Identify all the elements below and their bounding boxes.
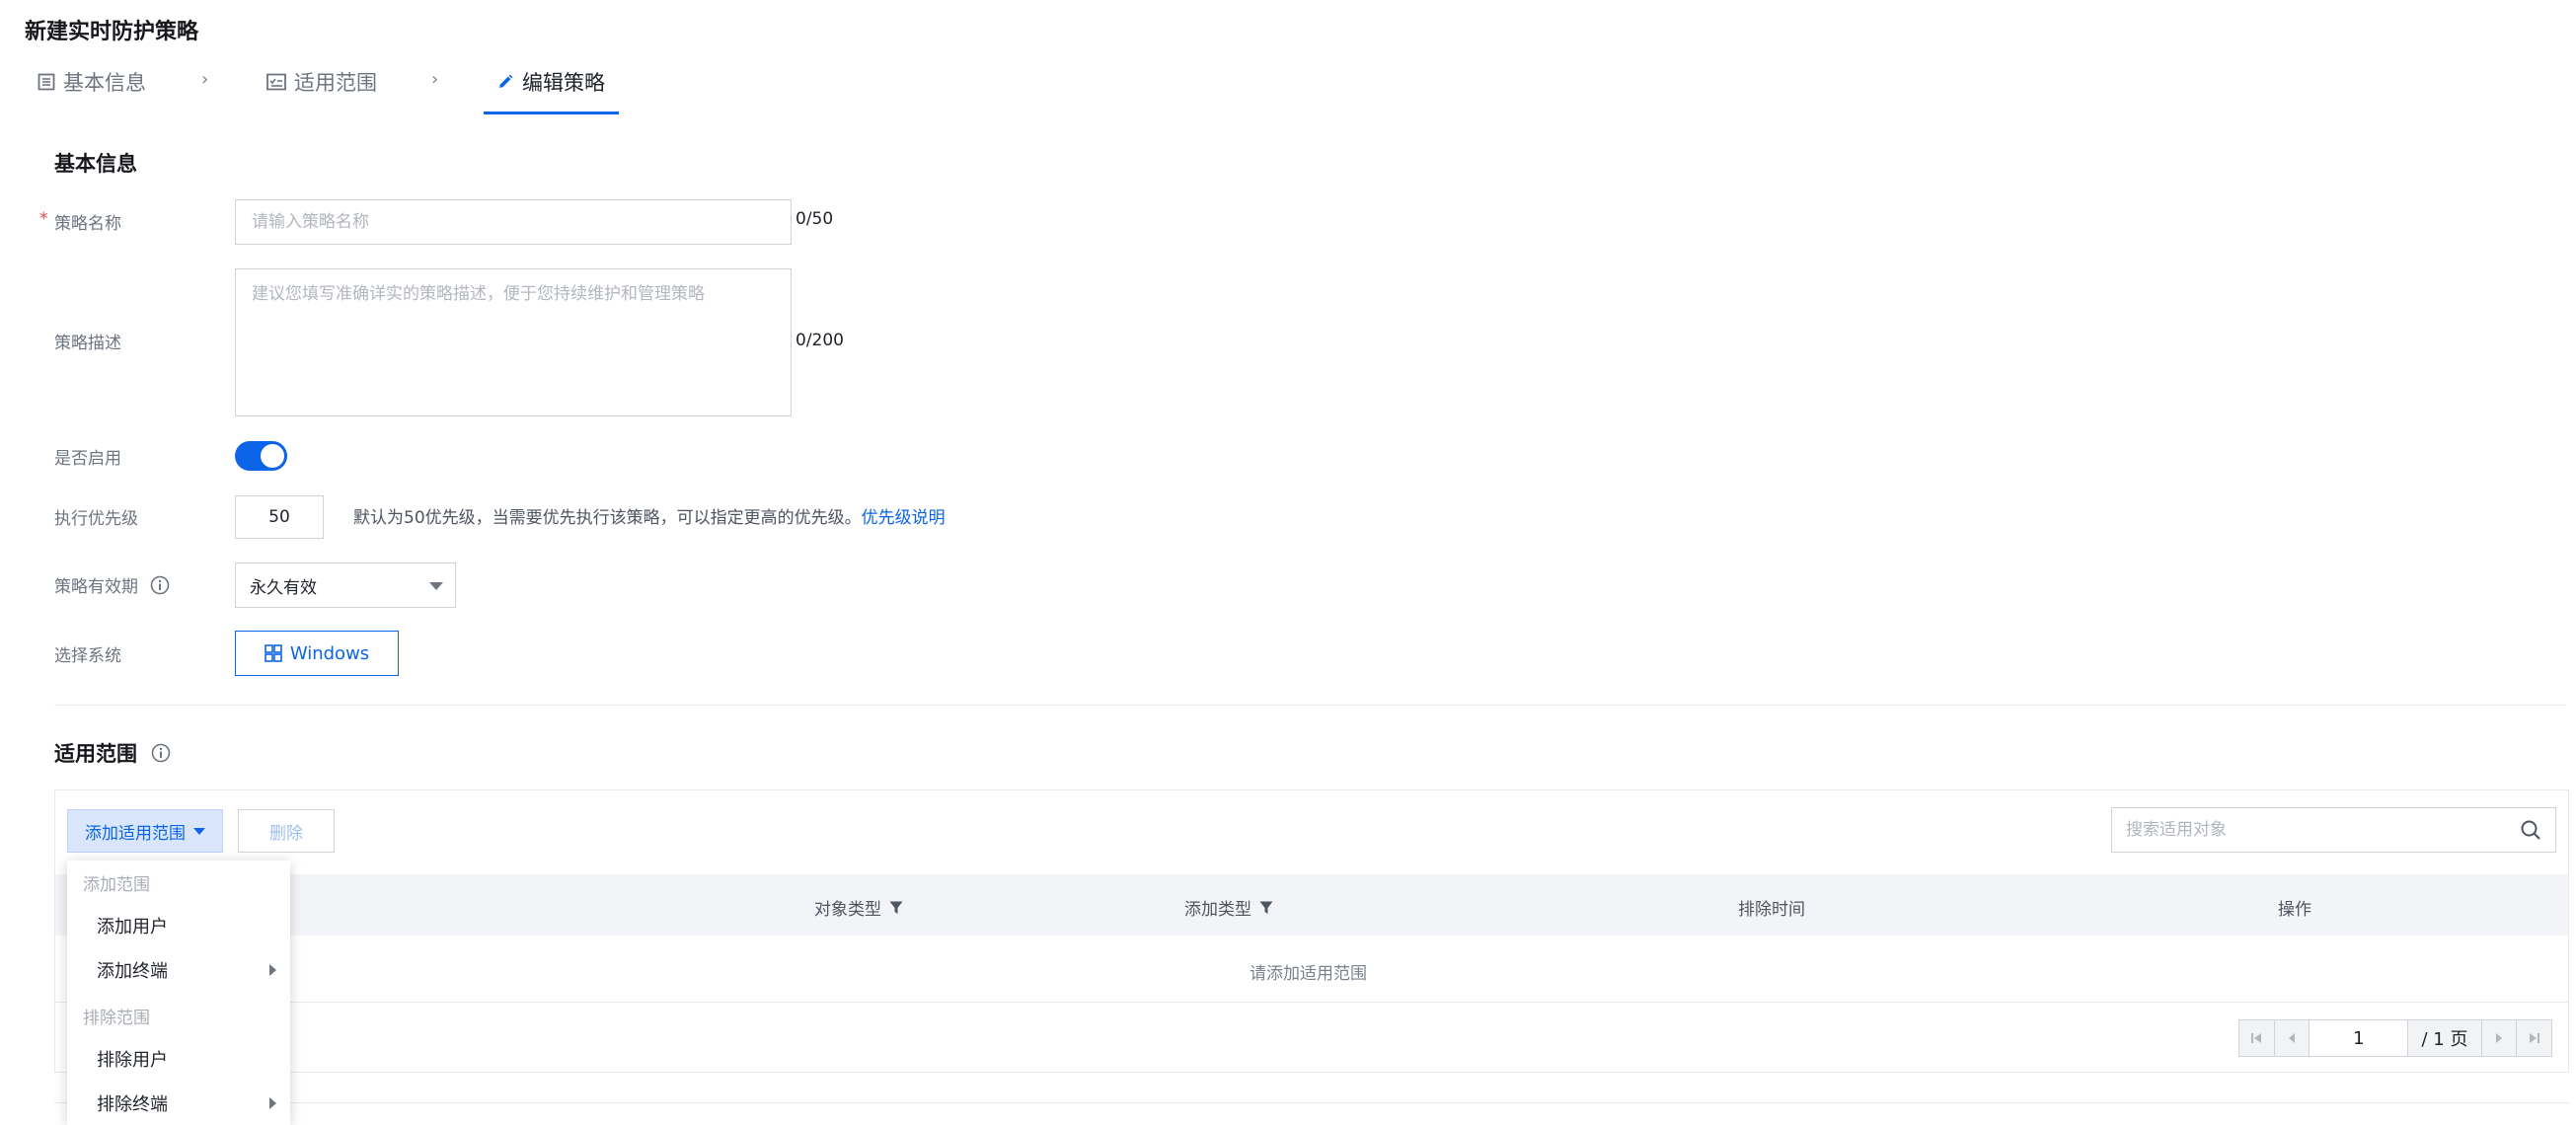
menu-group-exclude: 排除范围 (83, 1009, 150, 1028)
step-label: 编辑策略 (522, 71, 605, 95)
search-box[interactable] (2111, 807, 2556, 853)
system-label: 选择系统 (54, 646, 121, 666)
first-page-button[interactable] (2239, 1020, 2275, 1056)
next-page-button[interactable] (2480, 1020, 2517, 1056)
submenu-arrow-icon (269, 1097, 276, 1109)
policy-name-input[interactable] (235, 199, 792, 245)
policy-name-label: * 策略名称 (39, 209, 121, 234)
step-basic-info[interactable]: 基本信息 (38, 65, 146, 99)
filter-icon[interactable] (889, 901, 903, 915)
menu-group-add: 添加范围 (83, 875, 150, 895)
add-scope-menu: 添加范围 添加用户 添加终端 排除范围 排除用户 排除终端 (67, 861, 290, 1125)
next-page-icon (2495, 1033, 2502, 1043)
required-mark: * (39, 209, 48, 229)
empty-state-text: 请添加适用范围 (1250, 964, 1367, 984)
edit-icon (499, 74, 513, 88)
page-number-input[interactable] (2310, 1020, 2409, 1056)
column-add-type[interactable]: 添加类型 (1184, 895, 1273, 920)
filter-icon[interactable] (1259, 901, 1273, 915)
menu-item-label: 添加用户 (97, 917, 168, 938)
windows-button-label: Windows (289, 642, 370, 664)
search-input[interactable] (2126, 820, 2520, 840)
policy-description-counter: 0/200 (796, 331, 844, 350)
toggle-knob (261, 444, 284, 468)
priority-hint: 默认为50优先级，当需要优先执行该策略，可以指定更高的优先级。优先级说明 (353, 503, 946, 528)
policy-description-label: 策略描述 (54, 334, 121, 353)
first-page-icon (2251, 1033, 2262, 1043)
priority-input[interactable] (235, 495, 324, 539)
checklist-icon (266, 73, 286, 91)
chevron-right-icon: › (431, 69, 439, 90)
add-scope-label: 添加适用范围 (85, 823, 186, 844)
validity-label: 策略有效期 (54, 572, 170, 597)
column-object-type[interactable]: 对象类型 (814, 895, 903, 920)
menu-item-exclude-terminal[interactable]: 排除终端 (67, 1084, 290, 1123)
enable-toggle[interactable] (235, 441, 287, 471)
active-step-indicator (484, 112, 619, 114)
basic-info-heading: 基本信息 (54, 152, 137, 176)
submenu-arrow-icon (269, 964, 276, 976)
menu-item-label: 排除终端 (97, 1094, 168, 1115)
menu-item-add-user[interactable]: 添加用户 (67, 906, 290, 945)
menu-item-label: 排除用户 (97, 1050, 168, 1071)
column-exclude-time: 排除时间 (1738, 900, 1805, 920)
page-total: / 1 页 (2421, 1029, 2468, 1050)
last-page-button[interactable] (2516, 1020, 2551, 1056)
delete-button[interactable]: 删除 (238, 809, 335, 853)
section-divider (54, 705, 2566, 706)
info-icon[interactable] (150, 575, 170, 595)
chevron-right-icon: › (201, 69, 209, 90)
search-icon[interactable] (2520, 819, 2541, 841)
panel-bottom-divider (54, 1102, 2569, 1103)
validity-select[interactable]: 永久有效 (235, 562, 456, 608)
menu-item-label: 添加终端 (97, 961, 168, 982)
validity-select-value: 永久有效 (250, 577, 317, 598)
info-icon[interactable] (151, 743, 171, 763)
page-title: 新建实时防护策略 (25, 20, 199, 44)
add-scope-button[interactable]: 添加适用范围 (67, 809, 223, 853)
step-label: 基本信息 (63, 71, 146, 95)
caret-down-icon (193, 827, 205, 835)
priority-help-link[interactable]: 优先级说明 (862, 508, 946, 528)
enable-label: 是否启用 (54, 449, 121, 469)
policy-name-counter: 0/50 (796, 209, 834, 229)
priority-hint-text: 默认为50优先级，当需要优先执行该策略，可以指定更高的优先级。 (353, 508, 862, 528)
step-edit-policy[interactable]: 编辑策略 (496, 65, 605, 99)
policy-description-input[interactable] (235, 268, 792, 416)
prev-page-button[interactable] (2275, 1020, 2311, 1056)
step-scope[interactable]: 适用范围 (266, 65, 377, 99)
list-icon (38, 73, 55, 91)
last-page-icon (2529, 1033, 2539, 1043)
row-divider (55, 1002, 2568, 1003)
windows-icon (265, 644, 282, 662)
column-actions: 操作 (2278, 900, 2311, 920)
windows-system-button[interactable]: Windows (235, 631, 399, 676)
prev-page-icon (2289, 1033, 2295, 1043)
table-header: 对象类型 添加类型 排除时间 操作 (55, 874, 2568, 936)
caret-down-icon (429, 582, 443, 590)
menu-item-exclude-user[interactable]: 排除用户 (67, 1039, 290, 1079)
menu-item-add-terminal[interactable]: 添加终端 (67, 950, 290, 990)
pagination: / 1 页 (2238, 1019, 2552, 1057)
step-label: 适用范围 (294, 71, 377, 95)
priority-label: 执行优先级 (54, 509, 138, 529)
scope-heading: 适用范围 (54, 738, 171, 768)
